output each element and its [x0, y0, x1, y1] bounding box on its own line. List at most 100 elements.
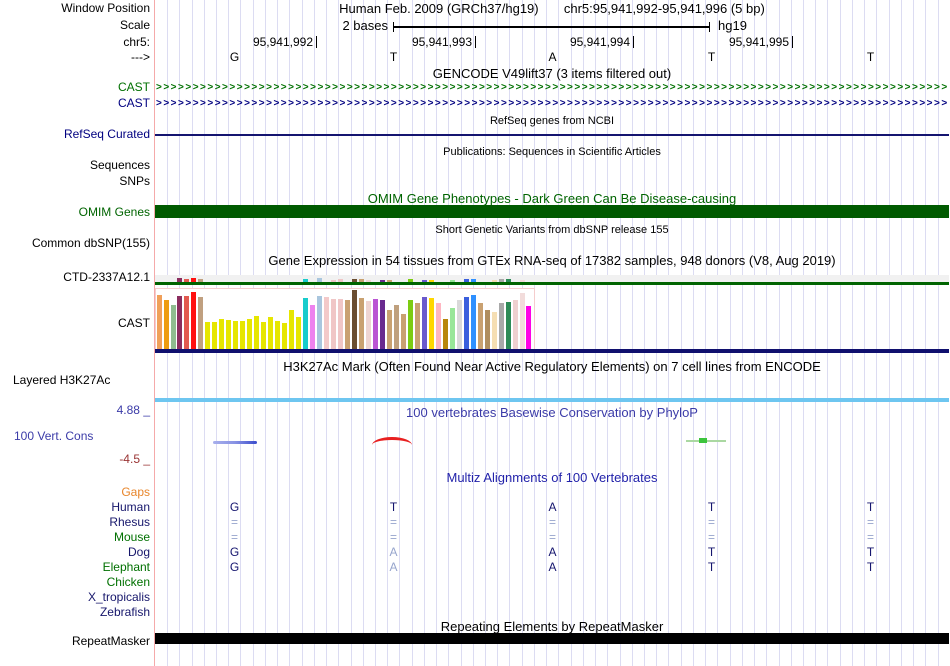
gencode-item-cast-minus-label[interactable]: CAST [0, 97, 150, 110]
multiz-species-label[interactable]: Zebrafish [0, 606, 150, 619]
gencode-cast-plus-strand-arrows[interactable]: >>>>>>>>>>>>>>>>>>>>>>>>>>>>>>>>>>>>>>>>… [156, 81, 949, 94]
gtex-tissue-bar [415, 303, 420, 352]
gtex-tissue-bar [443, 319, 448, 352]
chrom-label: chr5: [0, 36, 150, 49]
multiz-species-label[interactable]: X_tropicalis [0, 591, 150, 604]
omim-genes-label[interactable]: OMIM Genes [0, 206, 150, 219]
gtex-tissue-bar [303, 298, 308, 352]
omim-gene-bar[interactable] [155, 205, 949, 218]
gtex-tissue-bar [310, 305, 315, 352]
multiz-species-label[interactable]: Elephant [0, 561, 150, 574]
gtex-gene2-label[interactable]: CAST [0, 317, 150, 330]
conservation-label[interactable]: 100 Vert. Cons [14, 430, 93, 443]
gtex-tissue-bar [485, 310, 490, 352]
gtex-tissue-bar [268, 317, 273, 352]
ruler-tick-mark [475, 36, 476, 48]
reference-base: G [226, 51, 244, 64]
gtex-tissue-bar [380, 300, 385, 352]
refseq-curated-label[interactable]: RefSeq Curated [0, 128, 150, 141]
ruler-tick-mark [633, 36, 634, 48]
reference-base: T [385, 51, 403, 64]
gtex-gene1-line[interactable] [155, 282, 949, 285]
gtex-tissue-bar [464, 297, 469, 352]
h3k27ac-signal-line[interactable] [155, 398, 949, 402]
h3k27ac-track-title: H3K27Ac Mark (Often Found Near Active Re… [155, 360, 949, 374]
gtex-tissue-bar [164, 300, 169, 352]
multiz-base-cell: G [226, 501, 244, 514]
genome-browser-view[interactable]: Window Position Human Feb. 2009 (GRCh37/… [0, 0, 950, 666]
gtex-mini-band [155, 275, 949, 282]
conservation-track-title: 100 vertebrates Basewise Conservation by… [155, 406, 949, 420]
ruler-tick-mark [316, 36, 317, 48]
phylop-score-mark-negative-blue [213, 441, 257, 444]
gtex-tissue-bar [247, 319, 252, 352]
h3k27ac-label[interactable]: Layered H3K27Ac [13, 374, 110, 387]
common-dbsnp-label[interactable]: Common dbSNP(155) [0, 237, 150, 250]
snps-label[interactable]: SNPs [0, 175, 150, 188]
multiz-base-cell: G [226, 546, 244, 559]
multiz-species-label[interactable]: Gaps [0, 486, 150, 499]
gtex-tissue-bar [394, 305, 399, 352]
multiz-base-cell: A [544, 561, 562, 574]
gtex-tissue-bar [275, 321, 280, 352]
multiz-species-label[interactable]: Dog [0, 546, 150, 559]
scale-bar-right-tick [709, 22, 710, 32]
gtex-tissue-bar [359, 298, 364, 352]
gtex-tissue-bar [526, 306, 531, 352]
ruler-tick-mark [792, 36, 793, 48]
gtex-tissue-bar [324, 297, 329, 352]
multiz-base-cell: = [226, 531, 244, 544]
multiz-base-cell: T [862, 561, 880, 574]
window-position-label: Window Position [0, 2, 150, 15]
gtex-tissue-bar [345, 300, 350, 352]
multiz-species-label[interactable]: Mouse [0, 531, 150, 544]
ruler-tick-label: 95,941,995 [713, 36, 789, 49]
gtex-gene1-label[interactable]: CTD-2337A12.1 [0, 271, 150, 284]
multiz-species-label[interactable]: Rhesus [0, 516, 150, 529]
repeatmasker-label[interactable]: RepeatMasker [0, 635, 150, 648]
strand-label[interactable]: ---> [0, 51, 150, 64]
gtex-tissue-bar [429, 298, 434, 352]
multiz-base-cell: T [703, 546, 721, 559]
phylop-score-mark-red [372, 437, 412, 445]
gtex-tissue-bar [450, 308, 455, 352]
conservation-min-label: -4.5 _ [0, 453, 150, 466]
gtex-tissue-bar [457, 300, 462, 352]
gtex-tissue-bar [261, 322, 266, 352]
gencode-track-title: GENCODE V49lift37 (3 items filtered out) [155, 67, 949, 81]
gtex-baseline [155, 349, 949, 353]
gtex-tissue-bar [373, 299, 378, 352]
gtex-tissue-bar [492, 312, 497, 352]
reference-base: A [544, 51, 562, 64]
multiz-base-cell: T [862, 501, 880, 514]
gtex-tissue-bar [226, 320, 231, 352]
multiz-base-cell: T [862, 546, 880, 559]
conservation-max-label: 4.88 _ [0, 404, 150, 417]
multiz-base-cell: T [703, 501, 721, 514]
gtex-tissue-bar [198, 297, 203, 352]
multiz-base-cell: A [385, 546, 403, 559]
gencode-item-cast-plus-label[interactable]: CAST [0, 81, 150, 94]
repeatmasker-element-bar[interactable] [155, 633, 949, 644]
reference-base: T [862, 51, 880, 64]
gtex-tissue-bar [205, 322, 210, 352]
multiz-base-cell: = [862, 516, 880, 529]
gtex-tissue-bar [177, 296, 182, 352]
gencode-cast-minus-strand-arrows[interactable]: >>>>>>>>>>>>>>>>>>>>>>>>>>>>>>>>>>>>>>>>… [156, 97, 949, 110]
multiz-species-label[interactable]: Chicken [0, 576, 150, 589]
multiz-species-label[interactable]: Human [0, 501, 150, 514]
gtex-tissue-bar [233, 321, 238, 352]
gtex-tissue-bar [191, 292, 196, 352]
multiz-base-cell: = [703, 516, 721, 529]
publications-track-title: Publications: Sequences in Scientific Ar… [155, 145, 949, 159]
phylop-score-mark-green-square [699, 438, 707, 443]
sequences-label[interactable]: Sequences [0, 159, 150, 172]
gtex-tissue-bar [317, 296, 322, 352]
multiz-base-cell: T [703, 561, 721, 574]
refseq-gene-line[interactable] [155, 134, 949, 136]
ruler-tick-label: 95,941,993 [396, 36, 472, 49]
gtex-tissue-bar [387, 310, 392, 352]
multiz-base-cell: A [385, 561, 403, 574]
gtex-tissue-bar [471, 295, 476, 352]
repeatmasker-track-title: Repeating Elements by RepeatMasker [155, 620, 949, 634]
